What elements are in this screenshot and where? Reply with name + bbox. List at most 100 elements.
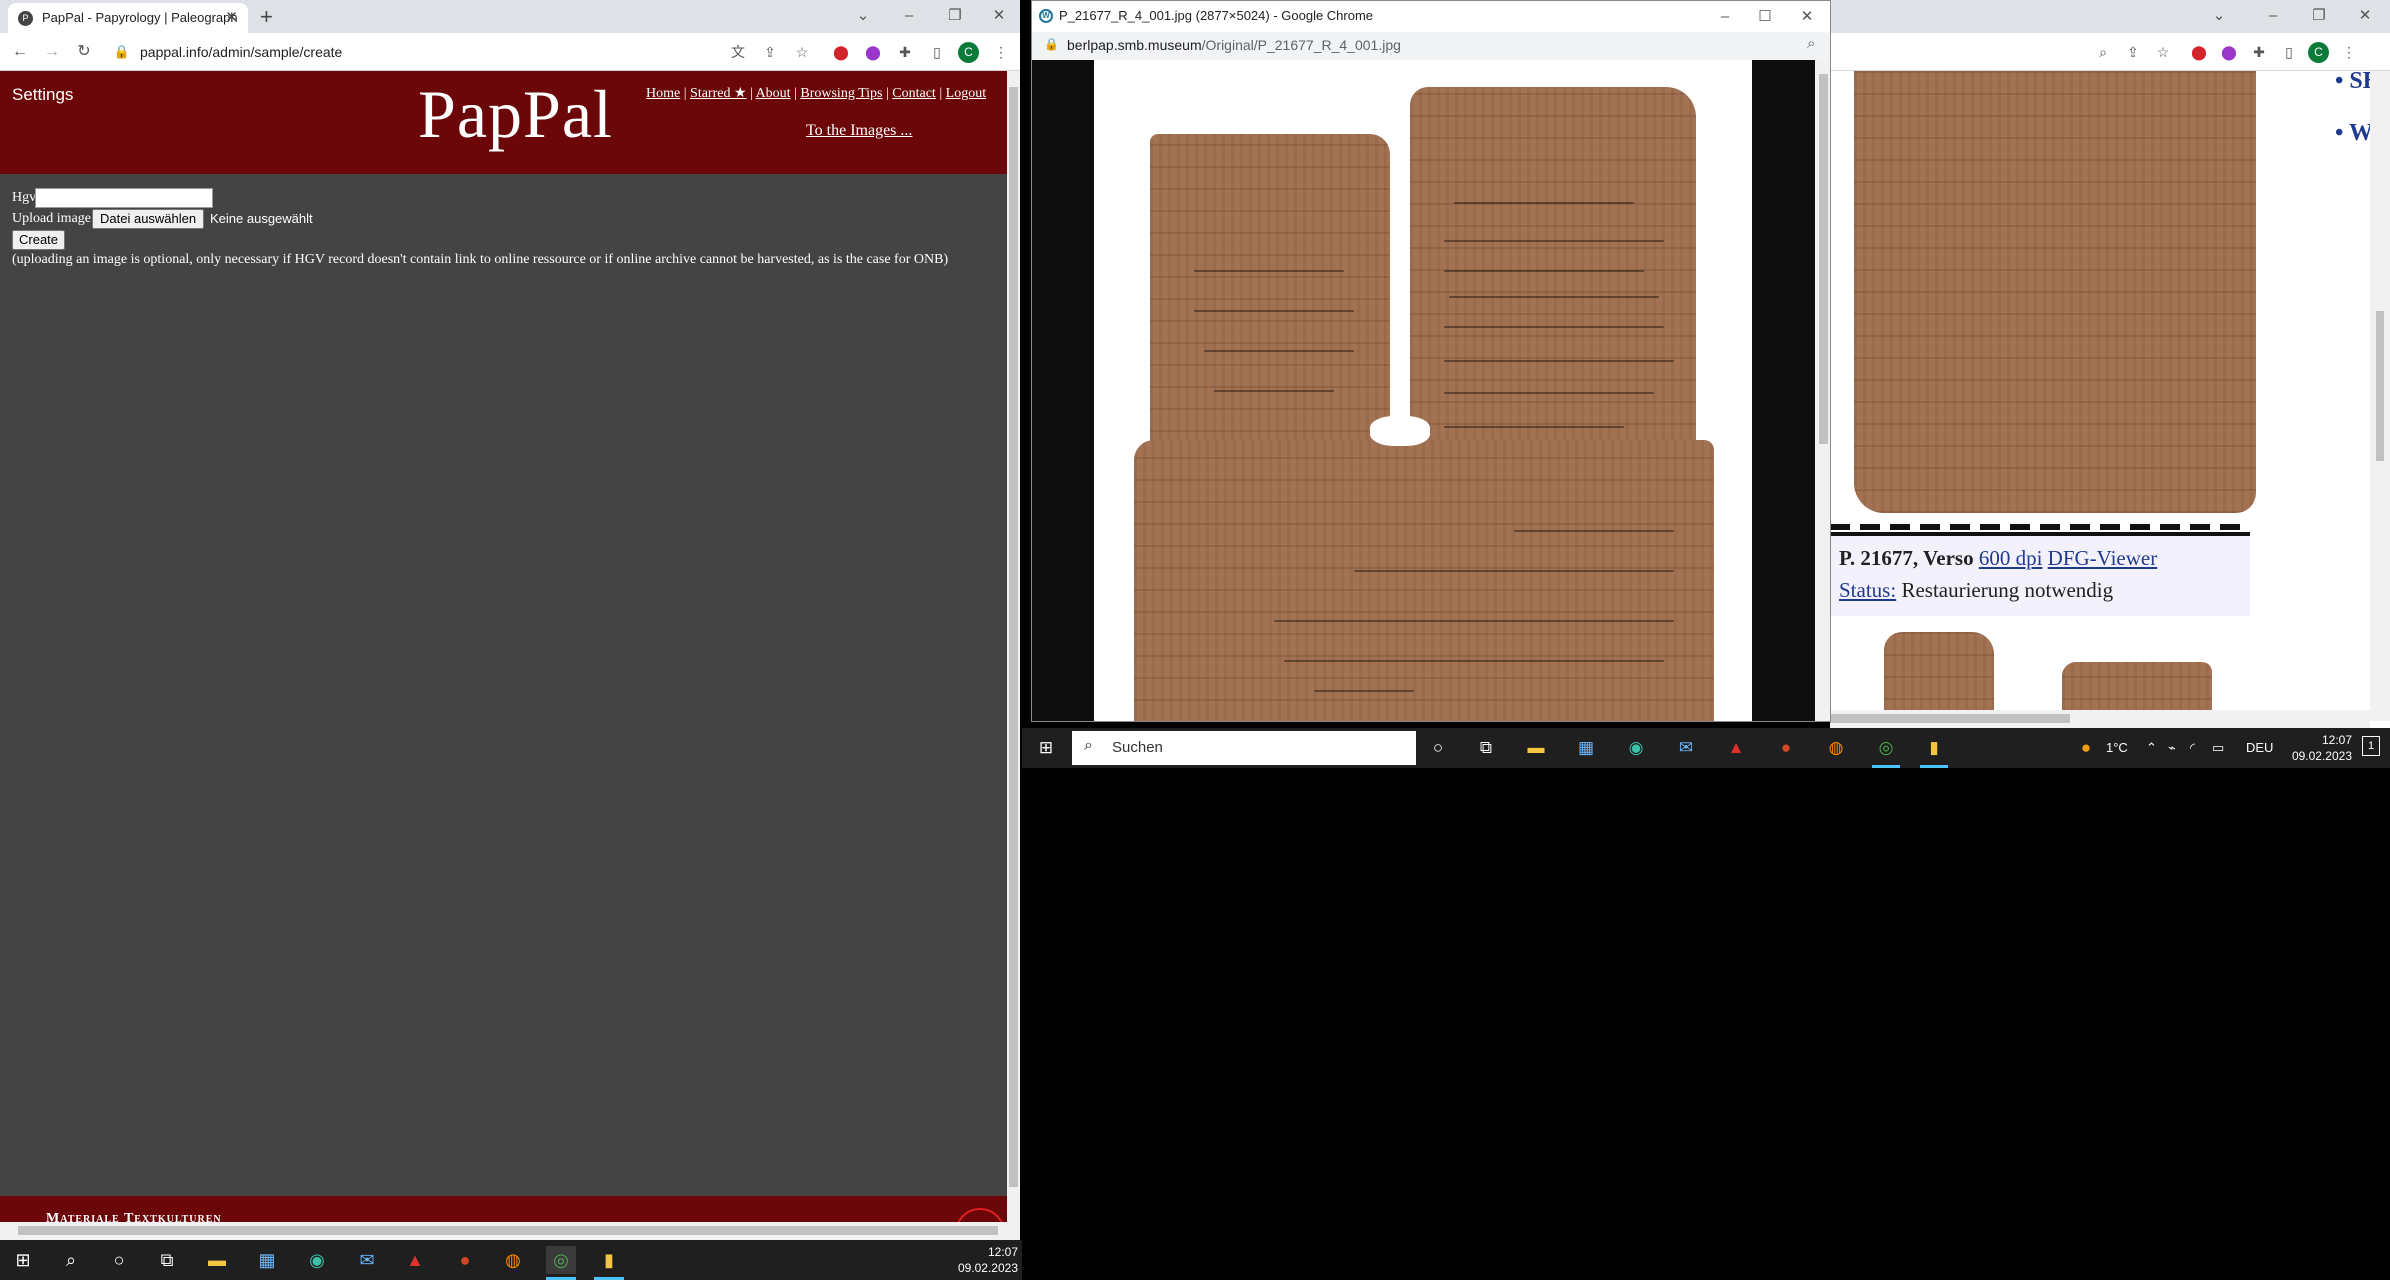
search-icon[interactable]: ⌕ — [56, 1246, 86, 1274]
clock-date: 09.02.2023 — [957, 1261, 1018, 1275]
restore-icon[interactable]: ❐ — [2296, 0, 2342, 33]
minimize-icon[interactable]: – — [886, 0, 932, 33]
create-button[interactable]: Create — [12, 230, 66, 250]
file-explorer-icon[interactable]: ▬ — [1522, 734, 1550, 762]
settings-link[interactable]: Settings — [12, 85, 73, 105]
nav-starred[interactable]: Starred ★ — [690, 86, 746, 101]
papyrus-image-verso[interactable] — [1854, 71, 2256, 513]
tray-overflow-icon[interactable]: ⌃ — [2146, 740, 2157, 756]
lock-icon: 🔒 — [1044, 37, 1059, 51]
taskbar-clock[interactable]: 12:07 09.02.2023 — [2272, 732, 2352, 764]
notification-center-icon[interactable]: 1 — [2362, 736, 2380, 756]
horizontal-scrollbar[interactable] — [1830, 710, 2370, 728]
nav-about[interactable]: About — [756, 86, 791, 101]
acrobat-icon[interactable]: ▲ — [1722, 734, 1750, 762]
windows-start-icon[interactable]: ⊞ — [8, 1246, 38, 1274]
maximize-icon[interactable]: ☐ — [1742, 1, 1788, 34]
cortana-icon[interactable]: ○ — [1424, 734, 1452, 762]
side-panel-icon[interactable]: ▯ — [926, 41, 948, 63]
profile-avatar[interactable]: C — [2308, 42, 2329, 63]
vertical-scrollbar[interactable] — [1815, 60, 1830, 721]
extensions-puzzle-icon[interactable]: ✚ — [894, 41, 916, 63]
image-viewport[interactable] — [1032, 60, 1815, 721]
chrome-icon[interactable]: ◎ — [1872, 734, 1900, 768]
dfg-viewer-link[interactable]: DFG-Viewer — [2048, 546, 2158, 570]
close-window-icon[interactable]: ✕ — [1784, 1, 1830, 34]
mail-icon[interactable]: ✉ — [352, 1246, 382, 1274]
nav-contact[interactable]: Contact — [892, 86, 936, 101]
profile-avatar[interactable]: C — [958, 42, 979, 63]
powerpoint-icon[interactable]: ● — [450, 1246, 480, 1274]
weather-temp[interactable]: 1°C — [2106, 740, 2128, 755]
close-window-icon[interactable]: ✕ — [976, 0, 1020, 33]
powerpoint-icon[interactable]: ● — [1772, 734, 1800, 762]
extension-purple-icon[interactable]: ⬤ — [2218, 41, 2240, 63]
bookmark-star-icon[interactable]: ☆ — [791, 41, 813, 63]
windows-start-icon[interactable]: ⊞ — [1032, 734, 1060, 762]
url-bar[interactable]: pappal.info/admin/sample/create — [140, 41, 342, 63]
taskbar-search[interactable]: ⌕ Suchen — [1072, 731, 1416, 765]
file-manager-icon[interactable]: ▮ — [594, 1246, 624, 1280]
edge-icon[interactable]: ◉ — [302, 1246, 332, 1274]
translate-icon[interactable]: 文 — [727, 41, 749, 63]
weather-icon[interactable]: ● — [2072, 734, 2100, 762]
restore-icon[interactable]: ❐ — [932, 0, 978, 33]
back-icon[interactable]: ← — [8, 39, 32, 65]
edge-icon[interactable]: ◉ — [1622, 734, 1650, 762]
chrome-icon[interactable]: ◎ — [546, 1246, 576, 1280]
file-explorer-icon[interactable]: ▬ — [202, 1246, 232, 1274]
store-icon[interactable]: ▦ — [252, 1246, 282, 1274]
nav-logout[interactable]: Logout — [946, 86, 986, 101]
hgv-input[interactable] — [35, 188, 213, 208]
nav-browsing-tips[interactable]: Browsing Tips — [800, 86, 882, 101]
close-window-icon[interactable]: ✕ — [2342, 0, 2388, 33]
popup-address-bar[interactable]: 🔒 berlpap.smb.museum/Original/P_21677_R_… — [1032, 32, 1830, 60]
chrome-menu-icon[interactable]: ⋮ — [990, 41, 1012, 63]
main-nav: Home | Starred ★ | About | Browsing Tips… — [646, 85, 986, 102]
vertical-scrollbar[interactable] — [1007, 71, 1020, 1223]
cortana-icon[interactable]: ○ — [104, 1246, 134, 1274]
vertical-scrollbar[interactable] — [2370, 71, 2390, 721]
extension-red-icon[interactable]: ⬤ — [2188, 41, 2210, 63]
acrobat-icon[interactable]: ▲ — [400, 1246, 430, 1274]
papyrus-image-thumb-1[interactable] — [1884, 632, 1994, 722]
firefox-icon[interactable]: ◍ — [498, 1246, 528, 1274]
reload-icon[interactable]: ↻ — [72, 39, 96, 65]
tab-search-icon[interactable]: ⌄ — [840, 0, 886, 33]
task-view-icon[interactable]: ⧉ — [152, 1246, 182, 1274]
minimize-icon[interactable]: – — [2250, 0, 2296, 33]
forward-icon[interactable]: → — [40, 39, 64, 65]
extension-purple-icon[interactable]: ⬤ — [862, 41, 884, 63]
horizontal-scrollbar[interactable] — [0, 1222, 1020, 1240]
pappal-logo[interactable]: PapPal — [418, 75, 613, 154]
choose-file-button[interactable]: Datei auswählen — [92, 209, 205, 229]
language-indicator[interactable]: DEU — [2246, 740, 2273, 755]
nav-home[interactable]: Home — [646, 86, 680, 101]
bookmark-star-icon[interactable]: ☆ — [2152, 41, 2174, 63]
extensions-puzzle-icon[interactable]: ✚ — [2248, 41, 2270, 63]
papyrus-image-recto[interactable] — [1094, 60, 1752, 721]
share-icon[interactable]: ⇪ — [759, 41, 781, 63]
tab-search-icon[interactable]: ⌄ — [2196, 0, 2242, 33]
side-panel-icon[interactable]: ▯ — [2278, 41, 2300, 63]
tab-pappal[interactable]: P PapPal - Papyrology | Paleograph ✕ — [8, 3, 248, 33]
status-link[interactable]: Status: — [1839, 578, 1896, 602]
share-icon[interactable]: ⇪ — [2122, 41, 2144, 63]
task-view-icon[interactable]: ⧉ — [1472, 734, 1500, 762]
zoom-icon[interactable]: ⌕ — [1807, 35, 1815, 52]
file-manager-icon[interactable]: ▮ — [1920, 734, 1948, 768]
mail-icon[interactable]: ✉ — [1672, 734, 1700, 762]
store-icon[interactable]: ▦ — [1572, 734, 1600, 762]
network-icon[interactable]: ⌁ — [2168, 740, 2176, 756]
dpi-link[interactable]: 600 dpi — [1979, 546, 2043, 570]
hgv-row: Hgv — [12, 188, 213, 208]
zoom-icon[interactable]: ⌕ — [2092, 41, 2114, 63]
taskbar-clock[interactable]: 12:07 09.02.2023 — [940, 1244, 1018, 1276]
battery-icon[interactable]: ▭ — [2212, 740, 2224, 756]
extension-red-icon[interactable]: ⬤ — [830, 41, 852, 63]
tab-close-icon[interactable]: ✕ — [225, 3, 238, 33]
to-images-link[interactable]: To the Images ... — [806, 122, 912, 140]
firefox-icon[interactable]: ◍ — [1822, 734, 1850, 762]
new-tab-icon[interactable]: + — [260, 3, 273, 31]
wifi-icon[interactable]: ◜ — [2190, 740, 2195, 756]
